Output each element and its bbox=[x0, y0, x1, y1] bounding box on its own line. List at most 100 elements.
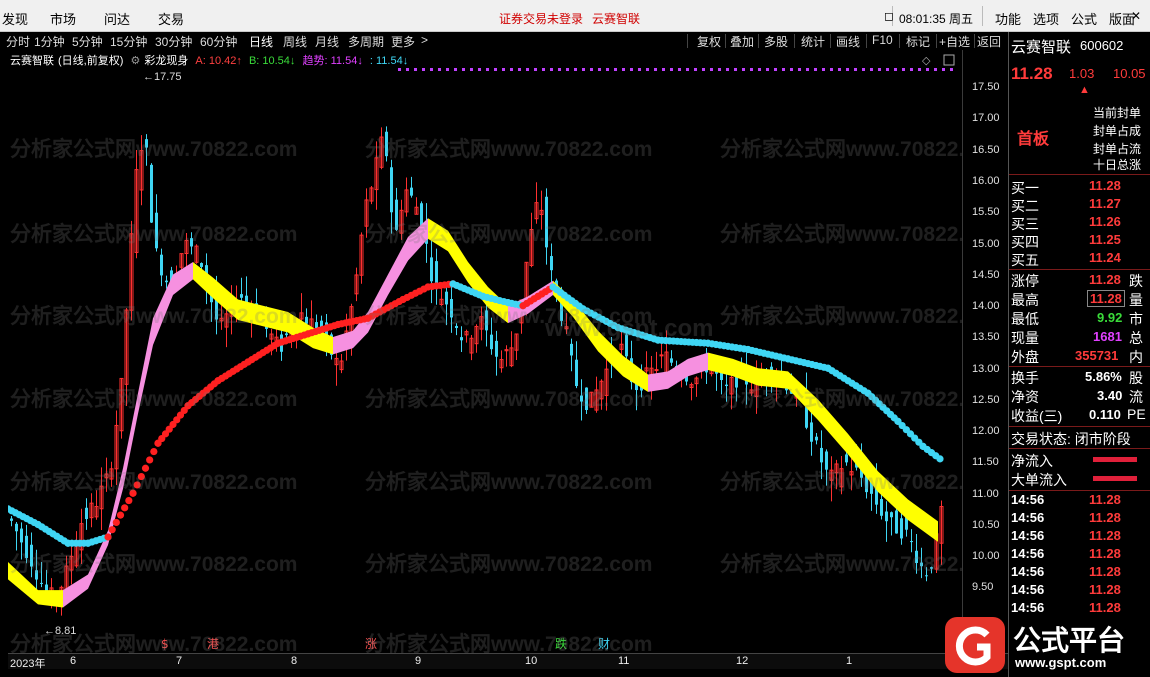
period-more[interactable]: 更多 bbox=[391, 33, 415, 50]
signal-dot bbox=[534, 68, 537, 71]
candle-body bbox=[885, 511, 888, 522]
signal-dot bbox=[518, 68, 521, 71]
chevron-right-icon[interactable]: > bbox=[421, 33, 428, 47]
bid-price[interactable]: 11.24 bbox=[1089, 250, 1121, 268]
candle-body bbox=[435, 261, 438, 285]
period-1min[interactable]: 1分钟 bbox=[34, 33, 65, 50]
btn-mark[interactable]: 标记 bbox=[906, 33, 930, 50]
period-5min[interactable]: 5分钟 bbox=[72, 33, 103, 50]
axis-label: 17.00 bbox=[972, 112, 1000, 124]
broker-name[interactable]: 云赛智联 bbox=[592, 10, 640, 27]
candle-body bbox=[450, 299, 453, 318]
date-label: 12 bbox=[736, 655, 749, 667]
date-label: 8 bbox=[291, 655, 298, 667]
stat-value: 9.92 bbox=[1097, 310, 1123, 325]
menu-discover[interactable]: 发现 bbox=[2, 9, 28, 28]
bid-label: 买四 bbox=[1011, 234, 1039, 250]
period-30min[interactable]: 30分钟 bbox=[155, 33, 192, 50]
price-change-pct: 10.05 bbox=[1113, 66, 1146, 81]
signal-dot bbox=[670, 68, 673, 71]
ribbon-segment bbox=[468, 262, 488, 308]
btn-multi-stock[interactable]: 多股 bbox=[764, 33, 788, 50]
btn-stats[interactable]: 统计 bbox=[801, 33, 825, 50]
stat-value: 5.86% bbox=[1085, 369, 1122, 384]
menu-wenda[interactable]: 问达 bbox=[104, 9, 130, 28]
candle-body bbox=[895, 510, 898, 534]
legend-stock[interactable]: 云赛智联 bbox=[10, 55, 54, 67]
bid-price[interactable]: 11.26 bbox=[1089, 214, 1121, 232]
btn-back[interactable]: 返回 bbox=[977, 33, 1001, 50]
menu-formula[interactable]: 公式 bbox=[1071, 9, 1097, 28]
stat-value: 11.28 bbox=[1089, 272, 1121, 287]
candle-body bbox=[20, 528, 23, 543]
btn-draw[interactable]: 画线 bbox=[836, 33, 860, 50]
event-marker: 港 bbox=[207, 637, 219, 651]
signal-dot bbox=[622, 68, 625, 71]
period-daily[interactable]: 日线 bbox=[249, 33, 273, 50]
period-weekly[interactable]: 周线 bbox=[283, 33, 307, 50]
ribbon-segment bbox=[648, 371, 668, 392]
gspt-logo: 公式平台 www.gspt.com bbox=[943, 613, 1150, 677]
signal-dot bbox=[894, 68, 897, 71]
signal-dot bbox=[550, 68, 553, 71]
candle-body bbox=[285, 333, 288, 336]
quote-panel: 云赛智联 600602 11.28 1.03 10.05 ▲ 首板 当前封单 封… bbox=[1008, 32, 1150, 677]
bid-price[interactable]: 11.27 bbox=[1089, 196, 1121, 214]
legend-indicator[interactable]: 彩龙现身 bbox=[144, 55, 188, 67]
period-60min[interactable]: 60分钟 bbox=[200, 33, 237, 50]
kline-chart[interactable]: ←17.75 ←8.81 $ 港 涨 跌 财 ◇ bbox=[8, 50, 970, 653]
axis-label: 15.50 bbox=[972, 206, 1000, 218]
tick-time: 14:56 bbox=[1011, 564, 1045, 579]
legend-b: B: 10.54 bbox=[248, 55, 290, 67]
clock: 08:01:35 周五 bbox=[899, 12, 974, 26]
date-label: 11 bbox=[618, 655, 630, 667]
signal-dot bbox=[718, 68, 721, 71]
candle-body bbox=[155, 212, 158, 249]
trend-line-red bbox=[137, 472, 145, 481]
axis-label: 11.00 bbox=[972, 488, 999, 500]
minimize-icon[interactable]: ◻ bbox=[879, 7, 899, 25]
signal-dot bbox=[694, 68, 697, 71]
btn-fuquan[interactable]: 复权 bbox=[697, 33, 721, 50]
menu-options[interactable]: 选项 bbox=[1033, 9, 1059, 28]
signal-dot bbox=[950, 68, 953, 71]
candle-body bbox=[545, 196, 548, 248]
signal-dot bbox=[870, 68, 873, 71]
signal-dot bbox=[414, 68, 417, 71]
settings-icon[interactable]: ⚙ bbox=[130, 55, 140, 67]
close-icon[interactable]: ✕ bbox=[1126, 7, 1146, 25]
signal-dot bbox=[510, 68, 513, 71]
flow-bar bbox=[1093, 476, 1137, 481]
tick-time: 14:56 bbox=[1011, 582, 1045, 597]
menu-function[interactable]: 功能 bbox=[995, 9, 1021, 28]
bid-price[interactable]: 11.25 bbox=[1089, 232, 1121, 250]
stat-right: 总 bbox=[1129, 330, 1143, 346]
bid-price[interactable]: 11.28 bbox=[1089, 178, 1121, 196]
bid-label: 买三 bbox=[1011, 216, 1039, 232]
candle-body bbox=[150, 164, 153, 223]
candle-body bbox=[145, 139, 148, 148]
ribbon-segment bbox=[138, 318, 153, 414]
btn-add-watchlist[interactable]: +自选 bbox=[939, 33, 970, 50]
period-fenshi[interactable]: 分时 bbox=[6, 33, 30, 50]
candle-body bbox=[445, 291, 448, 305]
signal-dot bbox=[734, 68, 737, 71]
login-status[interactable]: 证券交易未登录 bbox=[499, 10, 583, 27]
btn-overlay[interactable]: 叠加 bbox=[730, 33, 754, 50]
btn-f10[interactable]: F10 bbox=[872, 33, 893, 47]
stat-right: 股 bbox=[1129, 370, 1143, 386]
arrow-down-icon: ↓ bbox=[402, 55, 409, 67]
candle-body bbox=[845, 454, 848, 463]
date-label: 1 bbox=[846, 655, 853, 667]
period-monthly[interactable]: 月线 bbox=[315, 33, 339, 50]
signal-dot bbox=[486, 68, 489, 71]
signal-dot bbox=[918, 68, 921, 71]
period-multi[interactable]: 多周期 bbox=[348, 33, 384, 50]
candle-body bbox=[485, 310, 488, 331]
signal-dot bbox=[774, 68, 777, 71]
menu-trade[interactable]: 交易 bbox=[158, 9, 184, 28]
stat-right: 跌 bbox=[1129, 273, 1143, 289]
period-15min[interactable]: 15分钟 bbox=[110, 33, 147, 50]
menu-market[interactable]: 市场 bbox=[50, 9, 76, 28]
candle-body bbox=[165, 280, 168, 283]
